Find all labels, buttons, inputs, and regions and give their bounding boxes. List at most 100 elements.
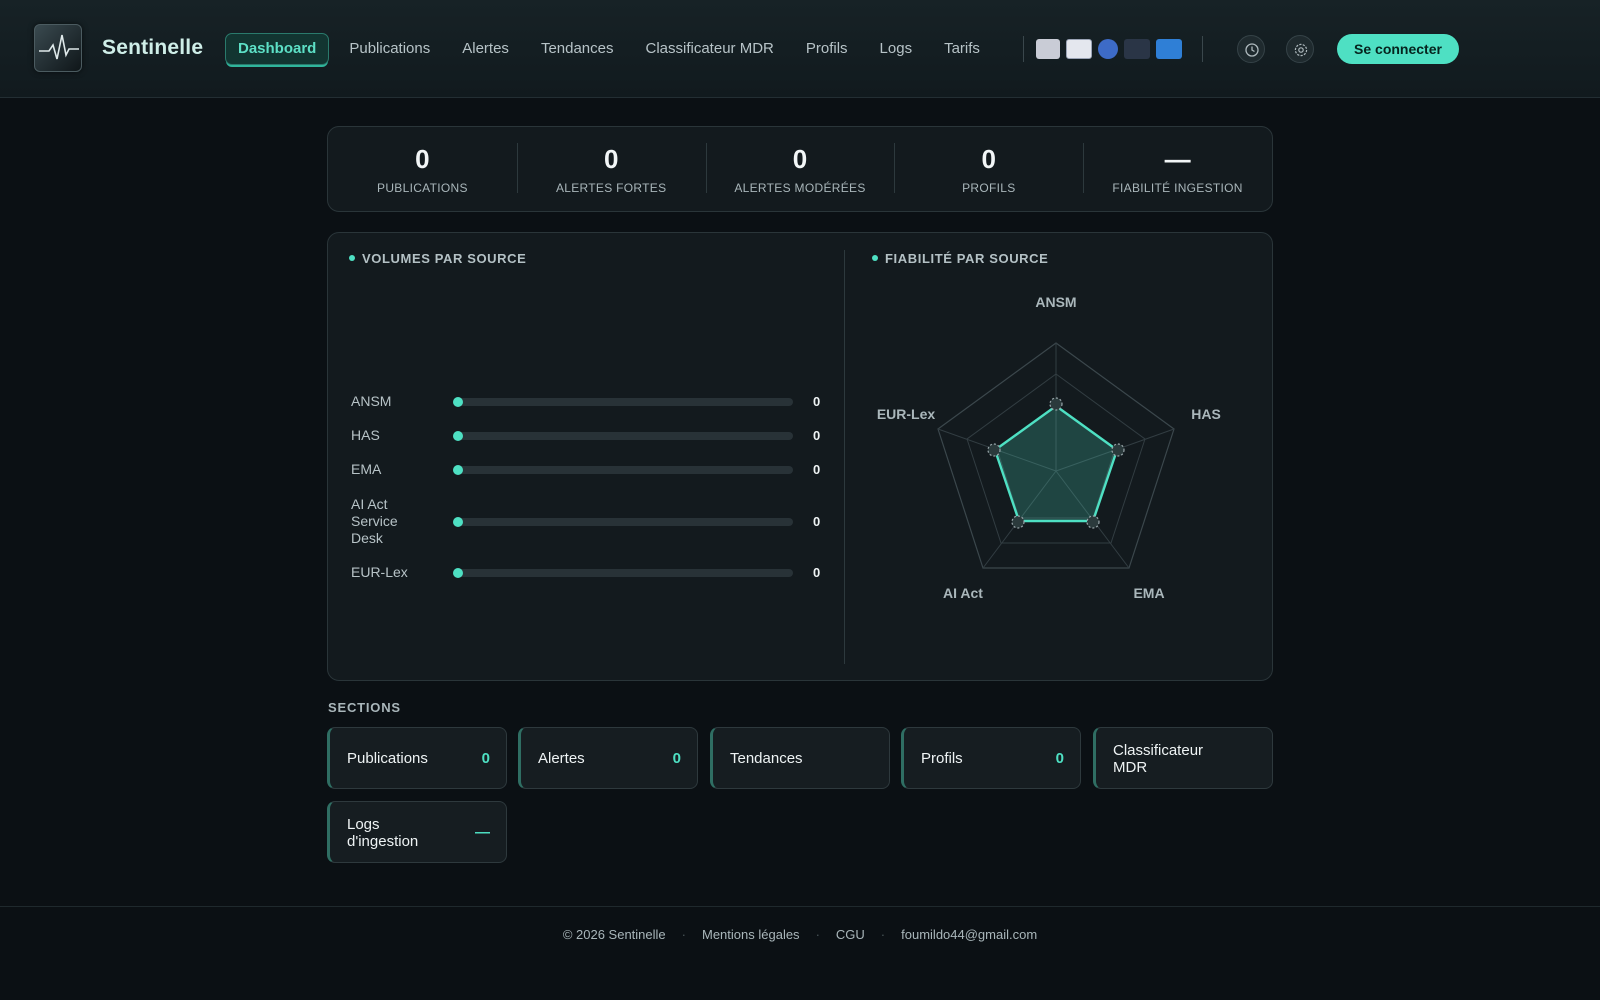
bar-track [453,568,793,578]
footer-separator: · [880,927,886,942]
title-dot-icon [872,255,878,261]
bar-fill [453,517,463,527]
nav-dashboard[interactable]: Dashboard [225,33,330,65]
section-card-alertes[interactable]: Alertes 0 [518,727,698,789]
nav-logs[interactable]: Logs [868,33,925,65]
section-count: 0 [481,750,490,767]
section-label: Classificateur MDR [1113,742,1204,776]
nav-publications[interactable]: Publications [337,33,442,65]
nav-profils[interactable]: Profils [794,33,860,65]
radar-axis-ai-act: AI Act [943,585,983,601]
logo[interactable] [34,24,82,72]
bar-track [453,465,793,475]
footer-separator: · [681,927,686,942]
stat-profils: 0 PROFILS [894,127,1083,211]
footer-cgu-link[interactable]: CGU [836,927,865,942]
section-count: 0 [1055,750,1064,767]
nav-alertes[interactable]: Alertes [450,33,521,65]
reliability-radar: ANSM HAS EMA AI Act EUR-Lex [877,294,1221,601]
section-label: Profils [921,750,963,767]
stat-value: 0 [415,144,430,174]
bar-track [453,517,793,527]
section-count: 0 [672,750,681,767]
ema-logo [1098,39,1118,59]
bar-value: 0 [813,394,821,409]
bar-fill [453,431,463,441]
reliability-title-text: FIABILITÉ PAR SOURCE [885,251,1049,266]
bar-value: 0 [813,462,821,477]
bar-track [453,397,793,407]
bar-value: 0 [813,428,821,443]
section-card-classificateur-mdr[interactable]: Classificateur MDR [1093,727,1273,789]
tools-divider [1202,36,1203,62]
nav-classificateur-mdr[interactable]: Classificateur MDR [634,33,786,65]
main-nav: Dashboard Publications Alertes Tendances… [225,33,1000,65]
section-card-tendances[interactable]: Tendances [710,727,890,789]
radar-axis-has: HAS [1191,406,1221,422]
bar-fill [453,465,463,475]
panel-divider [844,250,845,664]
ansm-logo [1036,39,1060,59]
settings-button[interactable] [1286,35,1314,63]
stat-alertes-moderees: 0 ALERTES MODÉRÉES [705,127,895,211]
bar-value: 0 [813,565,821,580]
history-button[interactable] [1237,35,1265,63]
stat-value: 0 [981,144,997,174]
nav-tendances[interactable]: Tendances [529,33,626,65]
stat-label: PUBLICATIONS [377,181,468,195]
bar-label: HAS [351,427,380,443]
volumes-title-text: VOLUMES PAR SOURCE [362,251,527,266]
section-card-publications[interactable]: Publications 0 [327,727,507,789]
heartbeat-icon [39,34,79,60]
bar-value: 0 [813,514,821,529]
radar-axis-ansm: ANSM [1035,294,1076,310]
ai-act-logo [1156,39,1182,59]
bar-label: AI Act Service Desk [351,496,398,546]
footer-copyright: © 2026 Sentinelle [562,927,666,942]
stat-alertes-fortes: 0 ALERTES FORTES [516,127,706,211]
source-logos [1036,36,1182,62]
charts-panel: VOLUMES PAR SOURCE ANSM 0 HAS 0 EMA 0 AI… [327,232,1273,681]
gear-icon [1294,43,1308,57]
volumes-title: VOLUMES PAR SOURCE [349,251,526,266]
nav-divider [1023,36,1024,62]
section-card-logs-ingestion[interactable]: Logs d'ingestion — [327,801,507,863]
section-count: — [475,824,490,841]
sections-title: SECTIONS [328,700,401,715]
bar-fill [453,568,463,578]
top-bar: Sentinelle Dashboard Publications Alerte… [0,0,1600,98]
footer-mentions-legales-link[interactable]: Mentions légales [702,927,800,942]
stat-value: 0 [792,144,808,174]
reliability-title: FIABILITÉ PAR SOURCE [872,251,1048,266]
stats-bar: 0 PUBLICATIONS 0 ALERTES FORTES 0 ALERTE… [327,126,1273,212]
stat-fiabilite-ingestion: — FIABILITÉ INGESTION [1083,127,1272,211]
eur-lex-logo [1124,39,1150,59]
bar-label: EMA [351,461,382,477]
radar-axis-eur-lex: EUR-Lex [877,406,936,422]
stat-publications: 0 PUBLICATIONS [328,127,517,211]
stat-value: 0 [603,144,619,174]
clock-icon [1245,43,1259,57]
nav-tarifs[interactable]: Tarifs [932,33,992,65]
stat-label: ALERTES MODÉRÉES [734,181,866,195]
footer-links: © 2026 Sentinelle · Mentions légales · CGU · f… [0,927,1600,942]
stat-value: — [1164,144,1191,174]
bar-label: ANSM [351,393,392,409]
footer-separator: · [815,927,820,942]
stat-label: PROFILS [962,181,1016,195]
radar-axis-ema: EMA [1133,585,1164,601]
stat-label: FIABILITÉ INGESTION [1112,181,1243,195]
has-logo [1066,39,1092,59]
radar-series [993,404,1119,523]
title-dot-icon [349,255,355,261]
login-button[interactable]: Se connecter [1337,34,1459,64]
brand-name[interactable]: Sentinelle [102,36,203,60]
stat-label: ALERTES FORTES [555,181,667,195]
bar-track [453,431,793,441]
section-card-profils[interactable]: Profils 0 [901,727,1081,789]
footer: © 2026 Sentinelle · Mentions légales · CGU · f… [0,906,1600,1000]
section-label: Publications [347,750,428,767]
footer-email-link[interactable]: foumildo44@gmail.com [901,927,1037,942]
section-label: Logs d'ingestion [347,816,419,850]
section-label: Tendances [730,750,803,767]
